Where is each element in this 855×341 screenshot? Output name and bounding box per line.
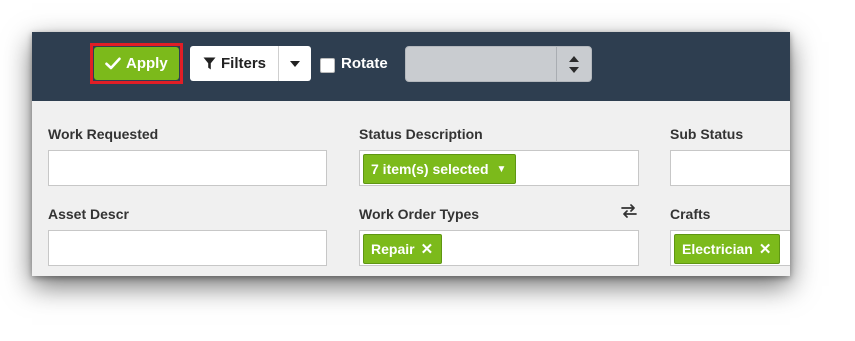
x-icon[interactable]: ✕	[759, 240, 772, 258]
status-selection-text: 7 item(s) selected	[371, 161, 489, 177]
filters-button-label: Filters	[221, 55, 267, 72]
apply-button-label: Apply	[126, 55, 168, 72]
rotate-checkbox[interactable]	[320, 58, 335, 73]
caret-up-icon[interactable]	[569, 55, 579, 62]
sub-status-label: Sub Status	[670, 126, 744, 142]
x-icon[interactable]: ✕	[421, 240, 434, 258]
check-icon	[105, 57, 121, 70]
status-selection-dropdown[interactable]: 7 item(s) selected ▼	[363, 154, 517, 184]
app-window: Apply Filters Rotate Work Requested Stat…	[32, 32, 790, 276]
apply-button[interactable]: Apply	[94, 47, 179, 80]
filters-button[interactable]: Filters	[190, 46, 278, 81]
work-order-types-multiselect[interactable]: Repair ✕	[359, 230, 639, 266]
status-description-label: Status Description	[359, 126, 483, 142]
spin-buttons	[556, 47, 591, 81]
numeric-spin-input[interactable]	[405, 46, 592, 82]
filters-split-button: Filters	[190, 46, 311, 81]
funnel-icon	[203, 57, 216, 70]
craft-chip: Electrician ✕	[674, 234, 781, 264]
sub-status-input[interactable]	[670, 150, 790, 186]
swap-arrows-icon[interactable]	[621, 204, 637, 218]
caret-down-icon	[290, 60, 300, 67]
toolbar: Apply Filters Rotate	[32, 32, 790, 101]
craft-chip-label: Electrician	[682, 241, 753, 257]
work-order-type-chip: Repair ✕	[363, 234, 443, 264]
caret-down-icon[interactable]	[569, 66, 579, 73]
crafts-multiselect[interactable]: Electrician ✕	[670, 230, 790, 266]
work-requested-label: Work Requested	[48, 126, 159, 142]
asset-descr-input[interactable]	[48, 230, 327, 266]
caret-down-icon: ▼	[496, 163, 507, 175]
crafts-label: Crafts	[670, 206, 711, 222]
work-order-types-label: Work Order Types	[359, 206, 480, 222]
status-description-multiselect[interactable]: 7 item(s) selected ▼	[359, 150, 639, 186]
work-order-type-chip-label: Repair	[371, 241, 415, 257]
asset-descr-label: Asset Descr	[48, 206, 129, 222]
rotate-label: Rotate	[341, 55, 388, 72]
work-requested-input[interactable]	[48, 150, 327, 186]
filters-dropdown-toggle[interactable]	[278, 46, 311, 81]
